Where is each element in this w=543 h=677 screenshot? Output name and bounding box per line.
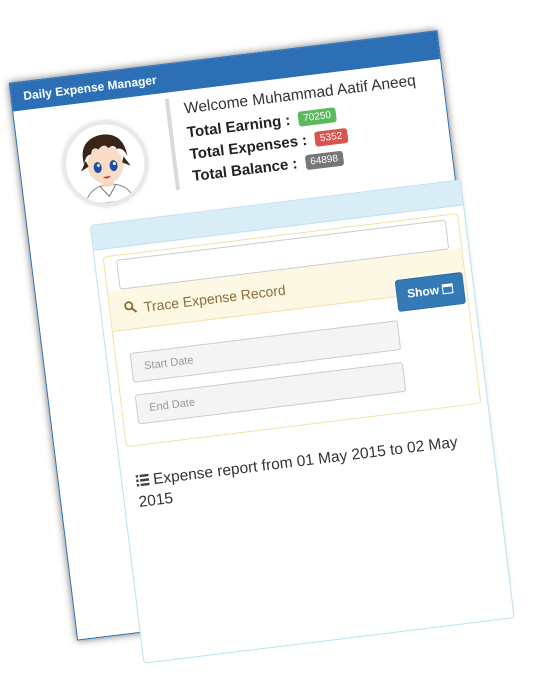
dashboard-panel: Daily Expense Manager Welcome Muhammad A… [8,30,515,664]
list-icon [135,472,151,494]
total-expenses-badge: 5352 [314,127,349,147]
expense-panel: Trace Expense Record Show Start Date End… [89,179,515,664]
show-button-label: Show [406,282,440,301]
show-button[interactable]: Show [394,271,467,312]
expense-report-heading: Expense report from 01 May 2015 to 02 Ma… [135,431,477,513]
calendar-icon [441,281,454,296]
avatar-illustration [61,120,149,208]
magnifier-icon [123,299,142,317]
trace-expense-panel: Trace Expense Record Show Start Date End… [102,213,482,448]
total-balance-badge: 64898 [304,150,344,171]
total-earning-badge: 70250 [297,107,337,127]
profile-divider [164,98,181,191]
stage: Daily Expense Manager Welcome Muhammad A… [0,0,543,664]
trace-expense-title: Trace Expense Record [142,281,287,315]
expense-report-text: Expense report from 01 May 2015 to 02 Ma… [137,433,459,511]
avatar [61,120,149,208]
